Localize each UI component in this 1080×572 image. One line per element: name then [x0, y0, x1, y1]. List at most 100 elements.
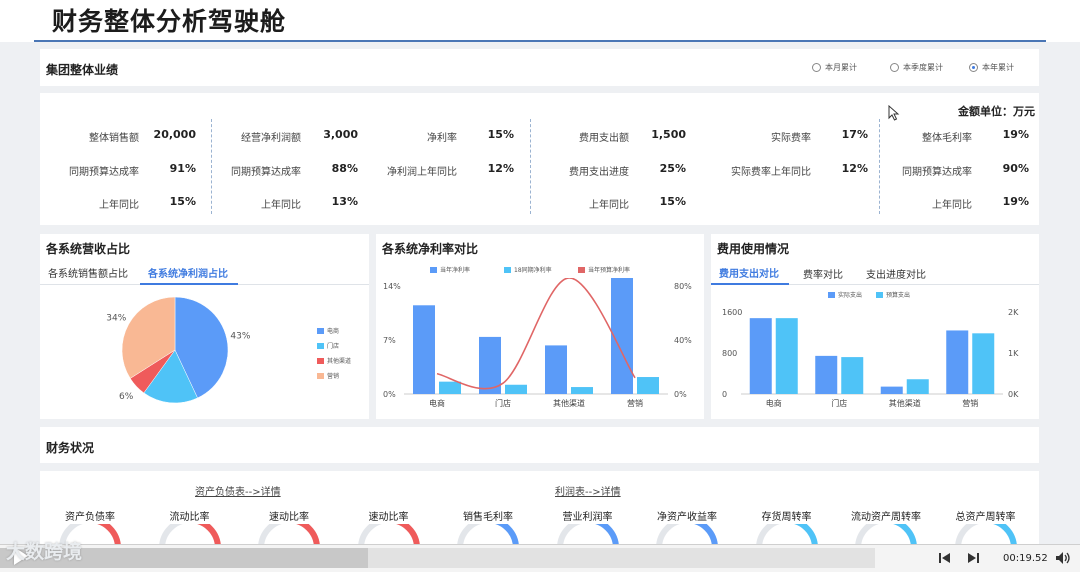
kpi-divider [530, 119, 531, 214]
kpi-value: 90% [1002, 162, 1029, 175]
legend-swatch [317, 372, 324, 379]
tab-expense-compare[interactable]: 费用支出对比 [719, 265, 779, 280]
x-tick-label: 门店 [831, 398, 847, 408]
x-tick-label: 其他渠道 [553, 398, 585, 408]
y-tick-label: 40% [674, 336, 692, 345]
kpi-value: 15% [487, 128, 514, 141]
finance-panel: 资产负债表-->详情 利润表-->详情 资产负债率 流动比率 速动比率 速动比率 销售毛… [40, 471, 1039, 551]
legend-swatch [317, 357, 324, 364]
series-line [436, 278, 636, 390]
gauge-label: 净资产收益率 [657, 512, 717, 523]
kpi-value: 1,500 [651, 128, 686, 141]
kpi-label: 同期预算达成率 [902, 167, 972, 178]
legend-label: 电商 [327, 328, 340, 335]
income-statement-link[interactable]: 利润表-->详情 [555, 483, 621, 498]
legend-swatch [504, 266, 511, 273]
kpi-label: 上年同比 [932, 200, 972, 211]
volume-icon[interactable] [1055, 551, 1071, 565]
title-divider [34, 40, 1046, 42]
section-title-finance: 财务状况 [46, 441, 95, 455]
legend-item: 当年预算净利率 [578, 265, 630, 274]
tab-profit-share[interactable]: 各系统净利润占比 [148, 265, 228, 280]
watermark: 大数跨境 [6, 541, 83, 563]
kpi-panel: 金额单位：万元 整体销售额 20,000 同期预算达成率 91% 上年同比 15… [40, 93, 1039, 225]
kpi-value: 15% [169, 195, 196, 208]
bar [413, 305, 435, 394]
legend-item: 门店 [317, 341, 339, 350]
kpi-label: 上年同比 [99, 200, 139, 211]
legend-item: 预算支出 [876, 290, 910, 299]
kpi-label: 同期预算达成率 [69, 167, 139, 178]
kpi-value: 12% [841, 162, 868, 175]
y-tick-label: 800 [722, 349, 737, 358]
legend-swatch [317, 342, 324, 349]
bar [749, 318, 772, 394]
x-tick-label: 电商 [429, 398, 445, 408]
kpi-value: 12% [487, 162, 514, 175]
bar [880, 386, 903, 394]
kpi-divider [879, 119, 880, 214]
legend-swatch [430, 266, 437, 273]
finance-header: 财务状况 [40, 427, 1039, 463]
legend-swatch [876, 291, 883, 298]
tab-rate-compare[interactable]: 费率对比 [803, 266, 843, 281]
y-tick-label: 1K [1008, 349, 1019, 358]
y-tick-label: 80% [674, 282, 692, 291]
bar [571, 387, 593, 394]
time-display: 00:19.52 [1003, 553, 1048, 564]
net-margin-card: 各系统净利率对比 当年净利率 18同期净利率 当年预算净利率 14% 7% 0% 80… [376, 234, 704, 419]
balance-sheet-link[interactable]: 资产负债表-->详情 [195, 483, 281, 498]
legend-item: 其他渠道 [317, 356, 351, 365]
page-title: 财务整体分析驾驶舱 [52, 7, 287, 36]
kpi-label: 费用支出额 [579, 133, 629, 144]
kpi-value: 19% [1002, 195, 1029, 208]
bar [906, 379, 929, 394]
tab-progress-compare[interactable]: 支出进度对比 [866, 266, 926, 281]
radio-quarterly[interactable]: 本季度累计 [890, 62, 943, 73]
radio-dot [812, 63, 821, 72]
legend-swatch [578, 266, 585, 273]
kpi-value: 91% [169, 162, 196, 175]
kpi-label: 净利润上年同比 [387, 167, 457, 178]
section-title-net-margin: 各系统净利率对比 [382, 242, 479, 256]
rewind-icon[interactable] [938, 552, 952, 564]
revenue-share-card: 各系统营收占比 各系统销售额占比 各系统净利润占比 43% 6% 34% 电商 门店… [40, 234, 369, 419]
legend-label: 营销 [327, 373, 340, 380]
kpi-value: 88% [331, 162, 358, 175]
radio-monthly[interactable]: 本月累计 [812, 62, 857, 73]
kpi-value: 17% [841, 128, 868, 141]
kpi-label: 净利率 [427, 133, 457, 144]
kpi-divider [211, 119, 212, 214]
x-tick-label: 电商 [766, 398, 782, 408]
radio-yearly[interactable]: 本年累计 [969, 62, 1014, 73]
kpi-value: 25% [659, 162, 686, 175]
radio-label: 本季度累计 [903, 63, 943, 72]
x-tick-label: 其他渠道 [889, 398, 921, 408]
gauge-label: 销售毛利率 [463, 512, 513, 523]
legend-label: 当年预算净利率 [588, 267, 631, 274]
bar [637, 377, 659, 394]
y-tick-label: 0K [1008, 390, 1019, 399]
x-tick-label: 营销 [627, 398, 643, 408]
gauge-label: 营业利润率 [562, 512, 613, 523]
legend-label: 实际支出 [838, 292, 863, 299]
legend-item: 电商 [317, 326, 339, 335]
forward-icon[interactable] [966, 552, 980, 564]
legend-swatch [828, 291, 835, 298]
radio-dot-selected [969, 63, 978, 72]
bar [815, 355, 838, 394]
cursor-icon [888, 105, 900, 121]
kpi-label: 费用支出进度 [569, 167, 629, 178]
radio-label: 本年累计 [982, 63, 1014, 72]
performance-header: 集团整体业绩 本月累计 本季度累计 本年累计 [40, 49, 1039, 86]
kpi-label: 经营净利润额 [241, 133, 301, 144]
legend-swatch [317, 327, 324, 334]
pie-data-label: 43% [230, 331, 250, 341]
x-tick-label: 营销 [962, 398, 978, 408]
legend-label: 当年净利率 [440, 267, 471, 274]
radio-label: 本月累计 [825, 63, 857, 72]
y-tick-label: 1600 [722, 308, 742, 317]
kpi-label: 整体毛利率 [922, 133, 972, 144]
gauge-label: 存货周转率 [761, 512, 812, 523]
tab-sales-share[interactable]: 各系统销售额占比 [48, 265, 128, 280]
